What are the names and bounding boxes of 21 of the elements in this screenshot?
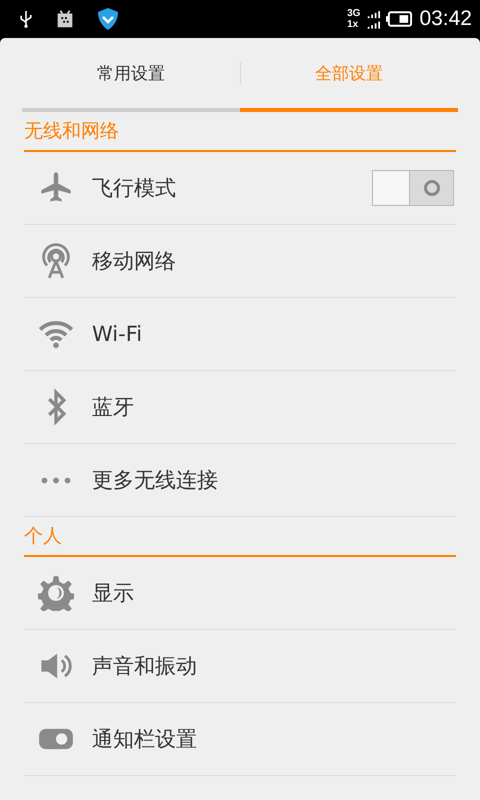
- network-label: 1x: [347, 19, 360, 30]
- usb-icon: [18, 9, 34, 29]
- section-header: 无线和网络: [24, 112, 456, 152]
- toggle-switch[interactable]: [372, 170, 454, 206]
- settings-item[interactable]: 声音和振动: [24, 630, 456, 703]
- settings-item[interactable]: 更多无线连接: [24, 444, 456, 517]
- section-header: 个人: [24, 517, 456, 557]
- gear-icon: [38, 575, 74, 611]
- settings-item[interactable]: Wi-Fi: [24, 298, 456, 371]
- battery-icon: [386, 11, 414, 27]
- settings-item[interactable]: 蓝牙: [24, 371, 456, 444]
- settings-item[interactable]: 飞行模式: [24, 152, 456, 225]
- clock: 03:42: [419, 7, 472, 31]
- network-label: 3G: [347, 8, 360, 19]
- shield-icon: [96, 7, 120, 31]
- tab[interactable]: 常用设置: [22, 38, 240, 112]
- signal-icon: [366, 8, 380, 30]
- settings-item[interactable]: 通知栏设置: [24, 703, 456, 776]
- settings-item[interactable]: 显示: [24, 557, 456, 630]
- settings-item[interactable]: 移动网络: [24, 225, 456, 298]
- dots-icon: [41, 476, 71, 484]
